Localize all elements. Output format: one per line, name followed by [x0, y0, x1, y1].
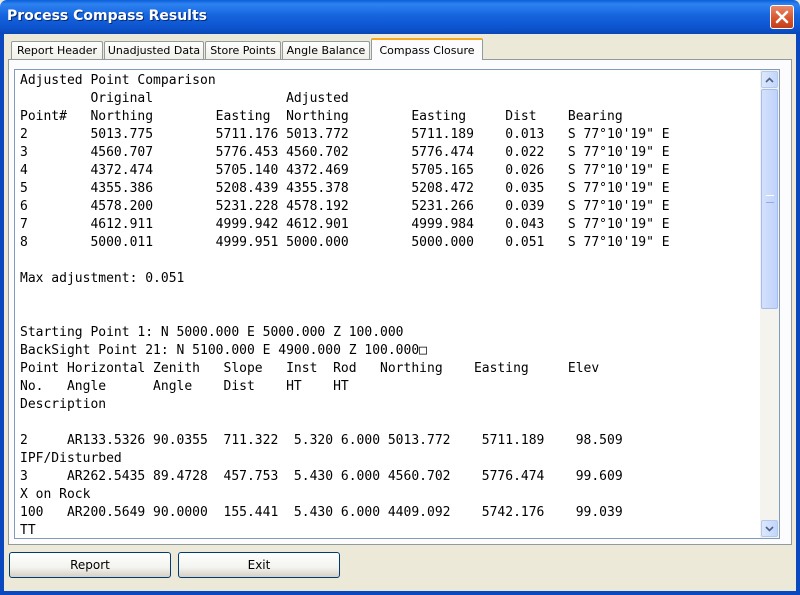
tab-store-points[interactable]: Store Points: [205, 41, 281, 59]
report-line: 8 5000.011 4999.951 5000.000 5000.000 0.…: [20, 235, 670, 250]
report-text: Adjusted Point Comparison Original Adjus…: [20, 72, 755, 536]
grip-icon: [766, 195, 774, 203]
scroll-down-button[interactable]: [761, 520, 778, 537]
scroll-up-button[interactable]: [761, 71, 778, 88]
report-line: TT: [20, 523, 36, 536]
report-line: 100 AR200.5649 90.0000 155.441 5.430 6.0…: [20, 505, 623, 520]
report-line: Starting Point 1: N 5000.000 E 5000.000 …: [20, 325, 404, 340]
report-line: 3 4560.707 5776.453 4560.702 5776.474 0.…: [20, 145, 670, 160]
report-line: 5 4355.386 5208.439 4355.378 5208.472 0.…: [20, 181, 670, 196]
report-line: 3 AR262.5435 89.4728 457.753 5.430 6.000…: [20, 469, 623, 484]
close-icon: [775, 10, 789, 24]
report-line: Max adjustment: 0.051: [20, 271, 185, 286]
tab-unadjusted-data[interactable]: Unadjusted Data: [104, 41, 204, 59]
tab-angle-balance[interactable]: Angle Balance: [282, 41, 370, 59]
report-line: 2 5013.775 5711.176 5013.772 5711.189 0.…: [20, 127, 670, 142]
report-line: [20, 252, 755, 270]
window-frame-right: [796, 34, 800, 595]
report-line: Description: [20, 397, 107, 412]
report-line: 6 4578.200 5231.228 4578.192 5231.266 0.…: [20, 199, 670, 214]
report-text-area[interactable]: Adjusted Point Comparison Original Adjus…: [14, 69, 780, 539]
report-line: 4 4372.474 5705.140 4372.469 5705.165 0.…: [20, 163, 670, 178]
tab-compass-closure[interactable]: Compass Closure: [371, 38, 483, 60]
chevron-down-icon: [765, 525, 774, 532]
report-line: 7 4612.911 4999.942 4612.901 4999.984 0.…: [20, 217, 670, 232]
report-line: [20, 288, 755, 306]
window-frame-bottom: [0, 591, 800, 595]
chevron-up-icon: [765, 76, 774, 83]
report-line: Adjusted Point Comparison: [20, 73, 216, 88]
report-line: Point Horizontal Zenith Slope Inst Rod N…: [20, 361, 600, 376]
report-line: [20, 306, 755, 324]
title-bar: Process Compass Results: [0, 0, 800, 34]
close-button[interactable]: [770, 5, 794, 29]
report-button[interactable]: Report: [9, 552, 171, 578]
report-line: IPF/Disturbed: [20, 451, 122, 466]
window-title: Process Compass Results: [7, 8, 208, 24]
tab-report-header[interactable]: Report Header: [11, 41, 103, 59]
report-line: Point# Northing Easting Northing Easting…: [20, 109, 623, 124]
report-line: BackSight Point 21: N 5100.000 E 4900.00…: [20, 343, 427, 358]
report-line: X on Rock: [20, 487, 91, 502]
report-line: 2 AR133.5326 90.0355 711.322 5.320 6.000…: [20, 433, 623, 448]
report-line: [20, 414, 755, 432]
exit-button[interactable]: Exit: [178, 552, 340, 578]
scrollbar-thumb[interactable]: [761, 89, 778, 309]
vertical-scrollbar[interactable]: [760, 70, 779, 538]
window-frame-left: [0, 34, 4, 595]
report-line: Original Adjusted: [20, 91, 349, 106]
report-line: No. Angle Angle Dist HT HT: [20, 379, 349, 394]
